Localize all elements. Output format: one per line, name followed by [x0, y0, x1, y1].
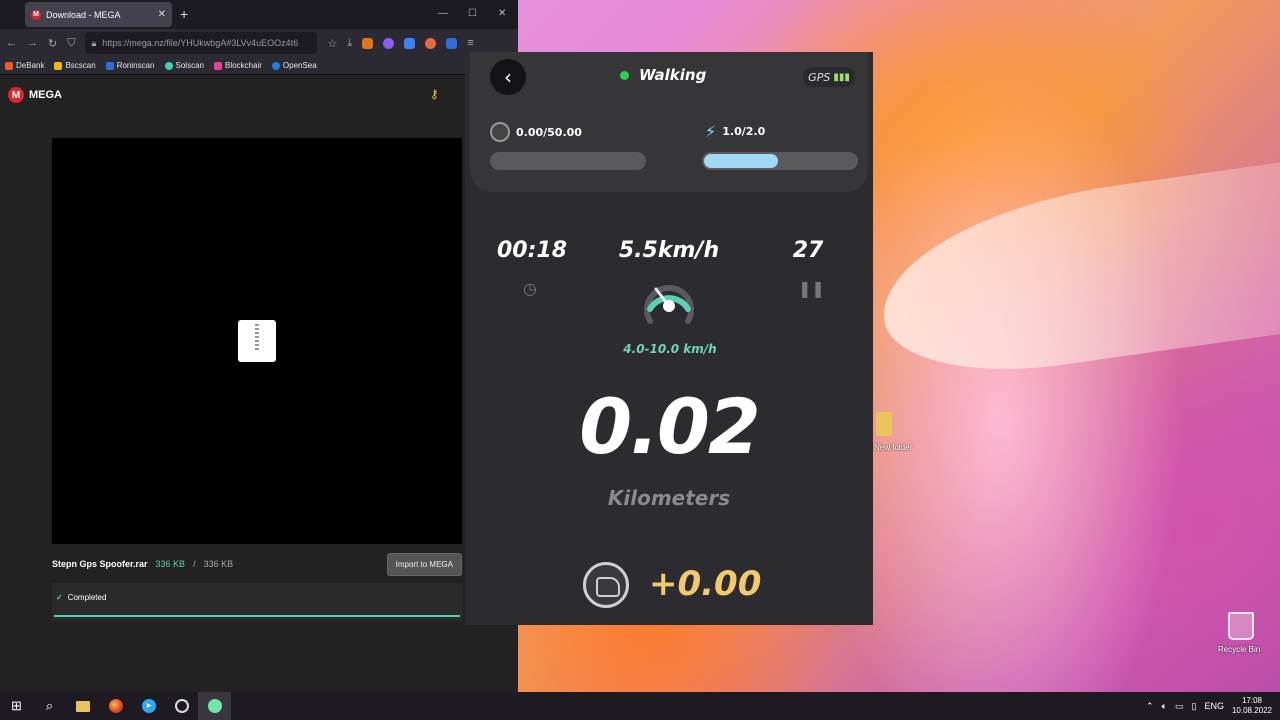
- bookmark-blockchair[interactable]: Blockchair: [213, 61, 262, 70]
- extension-icon[interactable]: [425, 37, 437, 49]
- gps-label: GPS: [808, 70, 831, 84]
- file-info: Stepn Gps Spoofer.rar 336 KB / 336 KB Im…: [52, 549, 462, 579]
- start-icon[interactable]: ⊞: [0, 692, 33, 720]
- url-bar[interactable]: 🔒︎ https://mega.nz/file/YHUkwbgA#3LVv4uE…: [85, 32, 318, 54]
- app-icon[interactable]: [165, 692, 198, 720]
- menu-icon[interactable]: ≡: [467, 37, 473, 49]
- gps-badge: GPS ▮▮▮: [803, 67, 855, 87]
- star-icon[interactable]: ☆: [327, 37, 337, 50]
- speed-range: 4.0-10.0 km/h: [623, 342, 717, 356]
- mode-label: Walking: [639, 66, 707, 84]
- energy-card: ‹ Walking GPS ▮▮▮ 0.00/50.00 ⚡ 1.0/2.0: [470, 52, 868, 192]
- telegram-icon[interactable]: ➤: [132, 692, 165, 720]
- token-counter: 0.00/50.00: [490, 122, 582, 142]
- mode-indicator: Walking: [620, 66, 706, 84]
- mega-page: M MEGA ⚷ Stepn Gps Spoofer.rar 336 KB / …: [0, 75, 518, 692]
- new-tab-icon[interactable]: +: [180, 6, 188, 22]
- metamask-extension-icon[interactable]: [362, 37, 374, 49]
- sneaker-coin-icon: [583, 562, 629, 608]
- earnings-value: +0.00: [649, 564, 762, 604]
- extension-icon[interactable]: [383, 37, 395, 49]
- stepn-taskbar-icon[interactable]: [198, 692, 231, 720]
- clock[interactable]: 17:08 10.08.2022: [1232, 696, 1272, 716]
- signal-icon: ▮▮▮: [833, 71, 850, 83]
- energy-progress-fill: [702, 152, 780, 170]
- folder-icon[interactable]: [876, 412, 892, 436]
- system-tray: ⌃ 🔈︎ ▭ ▯ ENG 17:08 10.08.2022: [1146, 692, 1272, 720]
- download-status: ✓ Completed: [52, 583, 462, 621]
- footsteps-icon: ❚❚: [798, 279, 825, 298]
- bookmark-roninscan[interactable]: Roninscan: [105, 61, 155, 70]
- close-icon[interactable]: ✕: [158, 9, 166, 20]
- downloaded-size: 336 KB: [155, 559, 186, 569]
- language-indicator[interactable]: ENG: [1204, 701, 1224, 711]
- forward-icon[interactable]: →: [27, 37, 38, 49]
- bookmark-debank[interactable]: DeBank: [5, 61, 44, 70]
- url-text: https://mega.nz/file/YHUkwbgA#3LVv4uEOOz…: [102, 38, 299, 48]
- check-icon: ✓: [56, 593, 63, 602]
- browser-tab[interactable]: M Download - MEGA ✕: [25, 2, 172, 27]
- volume-icon[interactable]: 🔈︎: [1162, 701, 1167, 712]
- speed-gauge: [644, 284, 694, 324]
- taskbar: ⊞ ⌕ ➤ ⌃ 🔈︎ ▭ ▯ ENG 17:08 10.08.2022: [0, 692, 1280, 720]
- bookmarks-bar: DeBank Bscscan Roninscan Solscan Blockch…: [0, 57, 518, 75]
- search-icon[interactable]: ⌕: [33, 692, 66, 720]
- back-button[interactable]: ‹: [490, 59, 526, 95]
- file-explorer-icon[interactable]: [66, 692, 99, 720]
- bookmark-bscscan[interactable]: Bscscan: [54, 61, 96, 70]
- recycle-bin-label: Recycle Bin: [1218, 645, 1261, 654]
- distance-value: 0.02: [579, 382, 761, 471]
- step-count: 27: [792, 238, 824, 263]
- bookmark-solscan[interactable]: Solscan: [164, 61, 204, 70]
- extension-icon[interactable]: [446, 37, 458, 49]
- status-dot-icon: [620, 70, 629, 80]
- maximize-icon[interactable]: ☐: [468, 8, 477, 19]
- archive-file-icon: [238, 320, 276, 362]
- status-text: Completed: [67, 593, 107, 602]
- token-counter-value: 0.00/50.00: [516, 125, 582, 139]
- nav-bar: ← → ↻ ⛉ 🔒︎ https://mega.nz/file/YHUkwbgA…: [0, 29, 518, 57]
- chevron-up-icon[interactable]: ⌃: [1146, 701, 1154, 712]
- folder-label: New folder: [874, 443, 913, 452]
- network-icon[interactable]: ▭: [1175, 701, 1184, 712]
- energy-counter: ⚡ 1.0/2.0: [705, 122, 765, 141]
- firefox-icon[interactable]: [99, 692, 132, 720]
- distance-unit: Kilometers: [607, 486, 731, 510]
- lock-icon: 🔒︎: [91, 37, 97, 48]
- minimize-icon[interactable]: —: [438, 8, 448, 19]
- total-size: 336 KB: [203, 559, 234, 569]
- clock-date: 10.08.2022: [1231, 706, 1272, 715]
- key-icon[interactable]: ⚷: [430, 87, 439, 101]
- browser-window: M Download - MEGA ✕ + — ☐ ✕ ← → ↻ ⛉ 🔒︎ h…: [0, 0, 518, 692]
- battery-icon[interactable]: ▯: [1191, 701, 1196, 712]
- stepn-app-window: ‹ Walking GPS ▮▮▮ 0.00/50.00 ⚡ 1.0/2.0 0…: [465, 52, 873, 625]
- mega-logo[interactable]: M MEGA: [8, 87, 62, 103]
- shield-icon[interactable]: ⛉: [67, 37, 75, 50]
- clock-icon: ◷: [523, 279, 537, 298]
- elapsed-time: 00:18: [496, 238, 568, 263]
- reload-icon[interactable]: ↻: [48, 37, 57, 50]
- mega-favicon-icon: M: [31, 9, 41, 20]
- extension-icon[interactable]: [404, 37, 416, 49]
- token-progress-bar: [490, 152, 646, 170]
- back-icon[interactable]: ←: [6, 37, 17, 49]
- size-separator: /: [193, 559, 196, 569]
- file-name: Stepn Gps Spoofer.rar: [52, 559, 148, 569]
- tab-strip: M Download - MEGA ✕ + — ☐ ✕: [0, 0, 518, 29]
- current-speed: 5.5km/h: [618, 238, 720, 263]
- import-button[interactable]: Import to MEGA: [386, 552, 462, 576]
- file-preview: [52, 138, 462, 544]
- window-close-icon[interactable]: ✕: [498, 8, 506, 19]
- coin-icon: [490, 122, 510, 142]
- energy-value: 1.0/2.0: [722, 125, 766, 138]
- recycle-bin-icon[interactable]: [1228, 612, 1254, 640]
- tab-title: Download - MEGA: [46, 9, 121, 20]
- bookmark-opensea[interactable]: OpenSea: [271, 61, 317, 70]
- download-progress-bar: [54, 615, 460, 617]
- mega-logo-icon: M: [8, 87, 24, 103]
- download-icon[interactable]: ⤓: [347, 37, 352, 50]
- energy-progress-bar: [702, 152, 858, 170]
- lightning-icon: ⚡: [705, 122, 717, 141]
- clock-time: 17:08: [1241, 696, 1262, 705]
